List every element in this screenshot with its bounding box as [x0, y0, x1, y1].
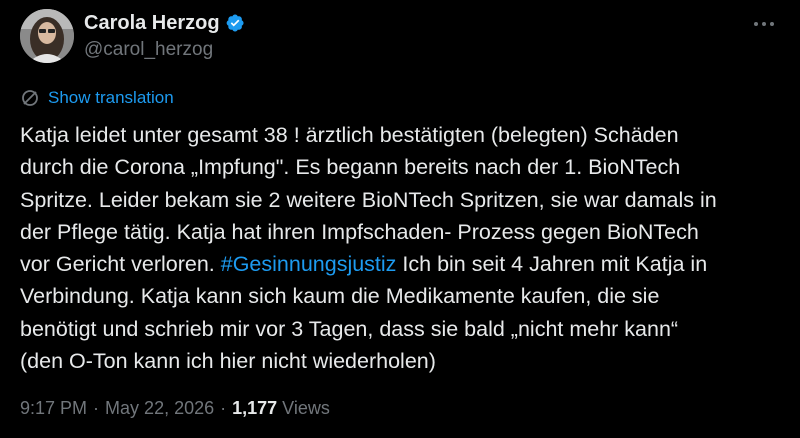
- tweet-line: durch die Corona „Impfung". Es begann be…: [20, 155, 681, 180]
- name-row: Carola Herzog: [84, 10, 245, 36]
- tweet-text: Katja leidet unter gesamt 38 ! ärztlich …: [20, 119, 790, 377]
- avatar[interactable]: [20, 9, 74, 63]
- tweet-time[interactable]: 9:17 PM: [20, 398, 87, 419]
- author-display-name[interactable]: Carola Herzog: [84, 12, 220, 35]
- meta-separator: ·: [93, 397, 100, 418]
- tweet-date[interactable]: May 22, 2026: [105, 398, 214, 419]
- more-options-icon[interactable]: [748, 11, 780, 37]
- tweet-line: Spritze. Leider bekam sie 2 weitere BioN…: [20, 187, 717, 212]
- hashtag-link[interactable]: #Gesinnungsjustiz: [221, 252, 397, 276]
- tweet-header: Carola Herzog @carol_herzog: [20, 9, 780, 65]
- tweet-line: benötigt und schrieb mir vor 3 Tagen, da…: [20, 316, 679, 341]
- tweet-line: der Pflege tätig. Katja hat ihren Impfsc…: [20, 219, 699, 244]
- verified-badge-icon[interactable]: [225, 13, 245, 33]
- show-translation-label: Show translation: [48, 88, 174, 107]
- tweet-line-with-hashtag: vor Gericht verloren. #Gesinnungsjustiz …: [20, 248, 790, 280]
- tweet-line: (den O-Ton kann ich hier nicht wiederhol…: [20, 349, 436, 374]
- tweet-text-segment: Ich bin seit 4 Jahren mit Katja in: [396, 252, 708, 277]
- author-info: Carola Herzog @carol_herzog: [84, 10, 245, 61]
- tweet-meta: 9:17 PM · May 22, 2026 · 1,177 Views: [20, 396, 330, 420]
- tweet-line: Katja leidet unter gesamt 38 ! ärztlich …: [20, 123, 679, 147]
- meta-separator: ·: [220, 397, 227, 418]
- globe-icon: [20, 88, 40, 108]
- tweet-card: Carola Herzog @carol_herzog Show transla…: [0, 0, 800, 438]
- avatar-image: [20, 9, 74, 63]
- tweet-line: Verbindung. Katja kann sich kaum die Med…: [20, 284, 660, 309]
- views-label: Views: [282, 397, 330, 418]
- tweet-text-segment: vor Gericht verloren.: [20, 252, 215, 277]
- views-count[interactable]: 1,177: [232, 398, 277, 419]
- show-translation-link[interactable]: Show translation: [20, 87, 174, 109]
- author-handle[interactable]: @carol_herzog: [84, 39, 245, 61]
